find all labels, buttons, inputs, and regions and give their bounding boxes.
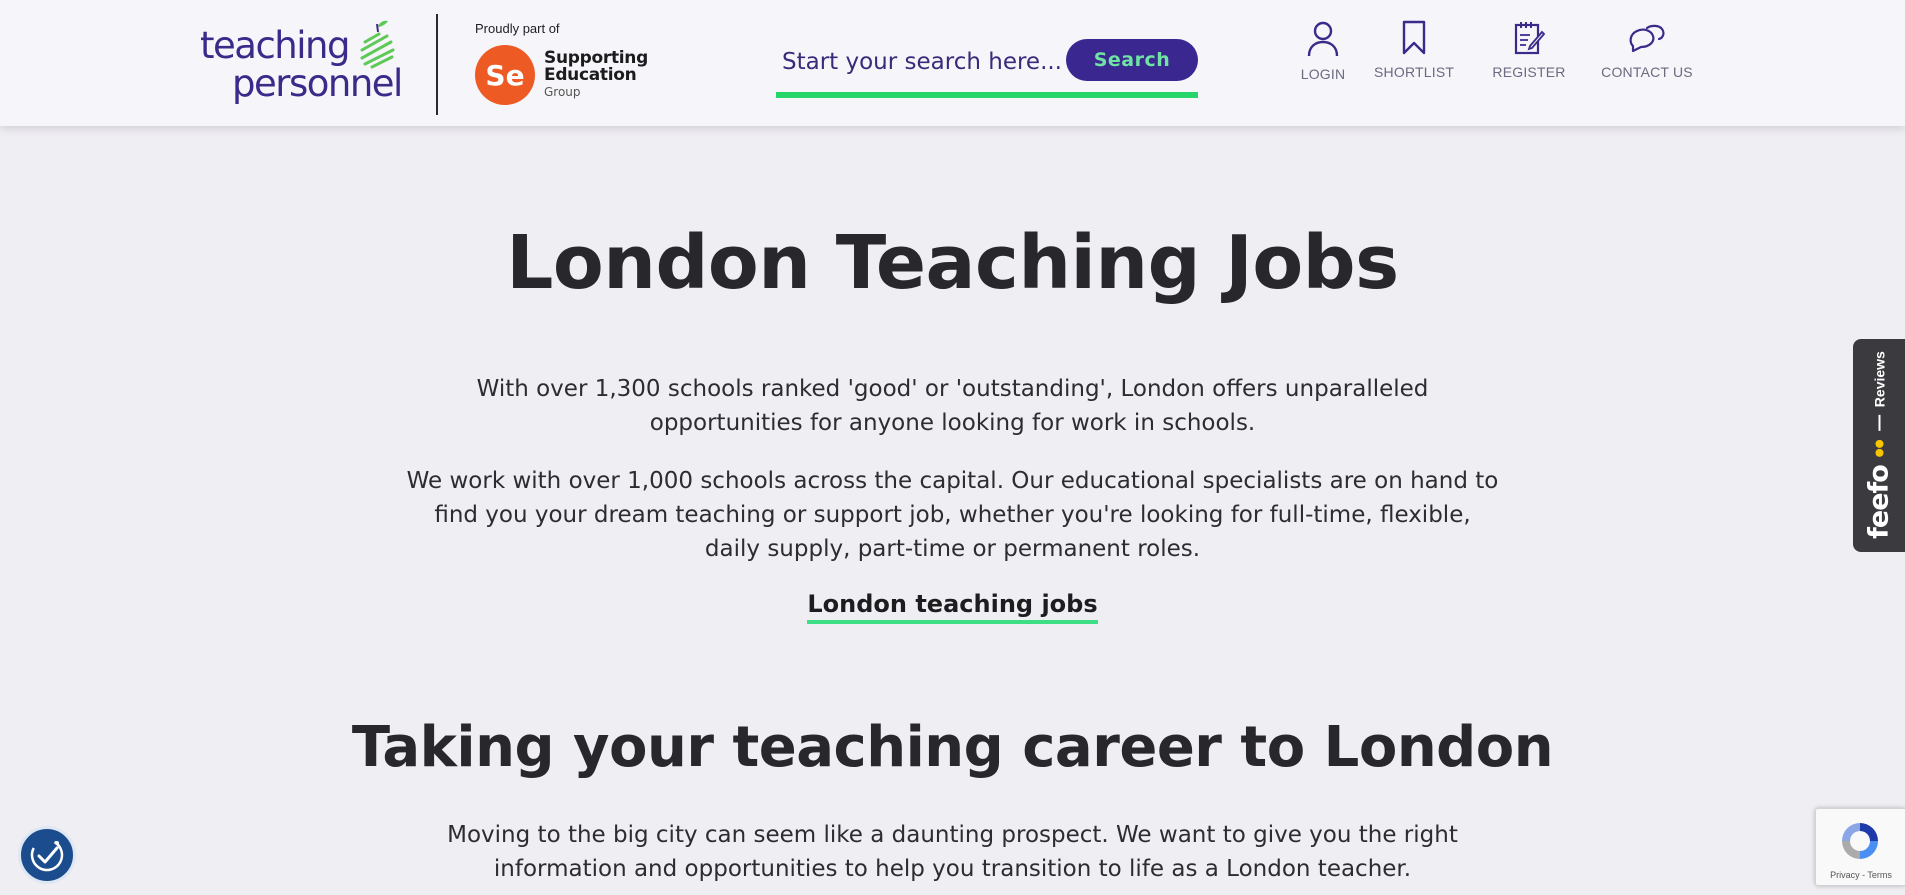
feefo-reviews-label: Reviews	[1871, 351, 1887, 408]
bookmark-icon	[1402, 20, 1426, 55]
section-title-regular: Taking your teaching career	[351, 715, 1241, 780]
london-teaching-jobs-link[interactable]: London teaching jobs	[807, 590, 1098, 624]
nav-contact-label: CONTACT US	[1601, 64, 1693, 80]
nav-shortlist[interactable]: SHORTLIST	[1374, 20, 1454, 80]
search-button[interactable]: Search	[1066, 39, 1198, 81]
user-icon	[1307, 21, 1339, 57]
teaching-personnel-logo[interactable]: teaching personnel	[200, 20, 405, 110]
page-title: London Teaching Jobs	[506, 220, 1399, 306]
se-group-name: Supporting Education Group	[544, 50, 648, 101]
logo-line-1: teaching	[200, 24, 350, 67]
nav-contact-us[interactable]: CONTACT US	[1600, 20, 1694, 80]
se-line-2: Education	[544, 65, 637, 85]
accessibility-icon	[30, 838, 64, 872]
nav-shortlist-label: SHORTLIST	[1374, 64, 1455, 80]
jobs-link-wrap: London teaching jobs	[0, 590, 1905, 624]
nav-register-label: REGISTER	[1492, 64, 1566, 80]
feefo-eyes-icon	[1875, 440, 1883, 458]
search-bar: Search	[776, 38, 1198, 98]
search-input[interactable]	[782, 42, 1072, 82]
svg-text:Se: Se	[485, 59, 524, 92]
se-line-3: Group	[544, 85, 581, 99]
recaptcha-logo-icon	[1842, 823, 1878, 859]
site-header: teaching personnel Proudly part of Se Su…	[0, 0, 1905, 126]
nav-login-label: LOGIN	[1300, 66, 1346, 82]
register-form-icon	[1514, 22, 1546, 55]
feefo-separator	[1878, 415, 1880, 432]
recaptcha-badge[interactable]: Privacy - Terms	[1815, 808, 1905, 886]
nav-login[interactable]: LOGIN	[1298, 20, 1348, 82]
feefo-reviews-tab[interactable]: feefo Reviews	[1853, 339, 1905, 552]
se-group-logo-icon: Se	[475, 45, 535, 105]
feefo-tab-content: feefo Reviews	[1864, 351, 1895, 539]
moving-paragraph: Moving to the big city can seem like a d…	[447, 822, 1458, 882]
logo-line-2: personnel	[232, 62, 403, 105]
recaptcha-privacy-terms[interactable]: Privacy - Terms	[1816, 870, 1905, 880]
section-title: Taking your teaching career to London	[0, 715, 1905, 780]
section-title-bold: to London	[1240, 715, 1554, 780]
chat-bubbles-icon	[1629, 24, 1665, 53]
intro-paragraph: With over 1,300 schools ranked 'good' or…	[476, 376, 1429, 436]
schools-paragraph: We work with over 1,000 schools across t…	[406, 468, 1499, 562]
nav-register[interactable]: REGISTER	[1490, 20, 1568, 80]
feefo-logo: feefo	[1863, 465, 1895, 539]
accessibility-button[interactable]	[18, 826, 76, 884]
proudly-part-of-label: Proudly part of	[475, 21, 560, 36]
header-divider	[436, 14, 438, 115]
